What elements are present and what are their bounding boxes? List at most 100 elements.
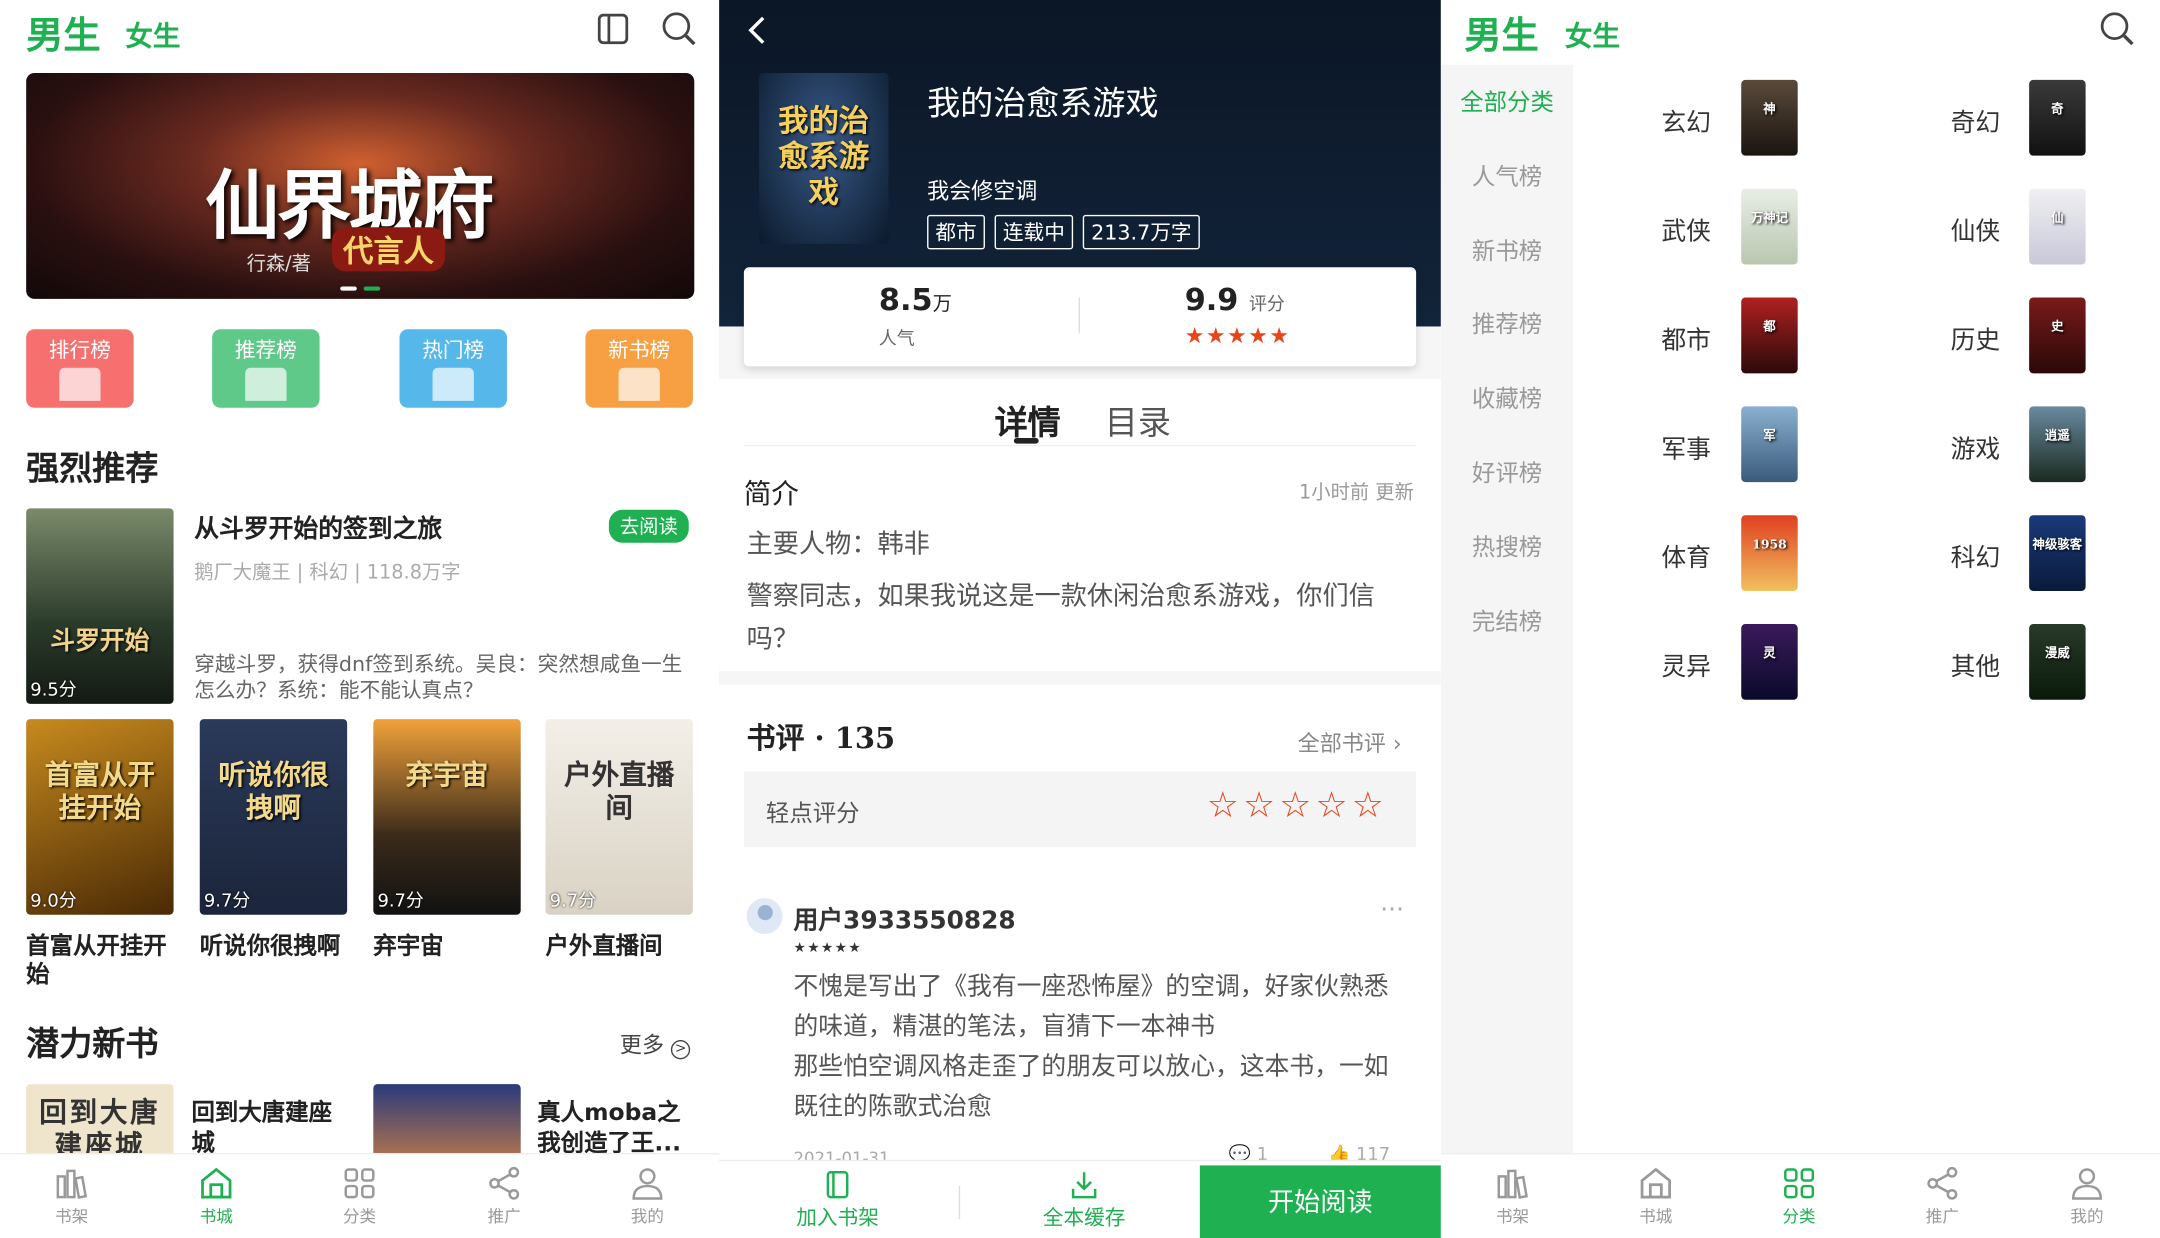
nav-mine[interactable]: 我的: [2046, 1165, 2129, 1227]
sidebar-item[interactable]: 推荐榜: [1441, 305, 1573, 340]
start-reading-button[interactable]: 开始阅读: [1199, 1165, 1441, 1238]
category-cover[interactable]: 神: [1741, 79, 1798, 156]
rate-box[interactable]: 轻点评分 ☆☆☆☆☆: [743, 771, 1417, 848]
category-cover[interactable]: 史: [2029, 297, 2086, 374]
new-book-title-1[interactable]: 回到大唐建座城: [191, 1098, 343, 1159]
book-author[interactable]: 我会修空调: [927, 172, 1037, 205]
tab-detail[interactable]: 详情: [995, 395, 1061, 443]
sidebar-item[interactable]: 好评榜: [1441, 453, 1573, 488]
nav-category[interactable]: 分类: [1758, 1165, 1841, 1227]
more-options-icon[interactable]: ···: [1380, 895, 1404, 924]
nav-bookstore[interactable]: 书城: [1614, 1165, 1697, 1227]
menu-icon[interactable]: [596, 12, 629, 45]
tab-male[interactable]: 男生: [26, 6, 100, 60]
category-cover[interactable]: 奇: [2029, 79, 2086, 156]
sidebar-item[interactable]: 人气榜: [1441, 157, 1573, 192]
category-label[interactable]: 科幻: [1951, 539, 2001, 575]
featured-title[interactable]: 从斗罗开始的签到之旅: [194, 510, 442, 546]
book-cover-2[interactable]: 听说你很拽啊 9.7分: [199, 719, 348, 915]
category-label[interactable]: 其他: [1951, 647, 2001, 683]
sidebar-item[interactable]: 收藏榜: [1441, 379, 1573, 414]
sidebar-item[interactable]: 全部分类: [1441, 83, 1573, 118]
category-cover[interactable]: 万神记: [1741, 188, 1798, 265]
back-icon[interactable]: [744, 14, 772, 47]
search-icon[interactable]: [2099, 11, 2135, 47]
book-title-4[interactable]: 户外直播间: [546, 933, 698, 962]
category-label[interactable]: 灵异: [1661, 647, 1711, 683]
category-label[interactable]: 玄幻: [1661, 103, 1711, 139]
nav-bookstore[interactable]: 书城: [175, 1165, 258, 1227]
quick-entry-1[interactable]: 排行榜: [26, 329, 134, 408]
category-label[interactable]: 历史: [1951, 321, 2001, 357]
category-cover-text: 1958: [1752, 537, 1787, 552]
nav-label: 我的: [630, 1206, 664, 1227]
search-icon[interactable]: [661, 11, 697, 47]
bookshelf-icon: [56, 1169, 88, 1199]
tab-female[interactable]: 女生: [1565, 14, 1620, 54]
rate-stars[interactable]: ☆☆☆☆☆: [1207, 785, 1388, 826]
featured-cover[interactable]: 斗罗开始 9.5分: [26, 508, 174, 704]
nav-label: 书城: [1639, 1206, 1673, 1227]
sidebar-item[interactable]: 热搜榜: [1441, 527, 1573, 562]
sidebar-item[interactable]: 完结榜: [1441, 601, 1573, 636]
category-label[interactable]: 游戏: [1951, 430, 2001, 466]
category-cover[interactable]: 仙: [2029, 188, 2086, 265]
book-cover-4[interactable]: 户外直播间 9.7分: [545, 719, 693, 915]
download-icon: [1071, 1172, 1097, 1199]
book-title-1[interactable]: 首富从开挂开始: [26, 933, 178, 991]
category-label[interactable]: 奇幻: [1951, 103, 2001, 139]
sidebar-item[interactable]: 新书榜: [1441, 231, 1573, 266]
book-title-2[interactable]: 听说你很拽啊: [200, 933, 352, 962]
banner-dot: [363, 286, 381, 291]
category-cover[interactable]: 灵: [1741, 624, 1798, 700]
grid-icon: [344, 1168, 375, 1199]
avatar[interactable]: [746, 898, 783, 934]
book-cover-1[interactable]: 首富从开挂开始 9.0分: [26, 719, 174, 915]
quick-entry-4[interactable]: 新书榜: [585, 329, 693, 408]
category-label[interactable]: 体育: [1661, 539, 1711, 575]
reviewer-name[interactable]: 用户3933550828: [793, 901, 1015, 937]
category-cover[interactable]: 神级骇客: [2029, 515, 2086, 591]
tab-catalog[interactable]: 目录: [1105, 395, 1171, 443]
quick-entry-2[interactable]: 推荐榜: [212, 329, 320, 408]
tap-rate-label: 轻点评分: [765, 800, 860, 828]
category-cover[interactable]: 军: [1741, 406, 1798, 483]
nav-share[interactable]: 推广: [1901, 1165, 1984, 1227]
quick-entry-3[interactable]: 热门榜: [399, 329, 507, 408]
category-cover[interactable]: 1958: [1741, 515, 1798, 591]
divider: [743, 444, 1417, 447]
tab-female[interactable]: 女生: [125, 14, 180, 54]
book-title-3[interactable]: 弃宇宙: [373, 933, 525, 962]
nav-mine[interactable]: 我的: [606, 1165, 689, 1227]
go-read-button[interactable]: 去阅读: [608, 509, 689, 543]
new-book-title-2[interactable]: 真人moba之我创造了王...: [537, 1098, 695, 1159]
rating-value: 9.9 评分: [1185, 284, 1285, 318]
nav-bookshelf[interactable]: 书架: [1471, 1165, 1554, 1227]
banner[interactable]: 仙界城府 代言人 行森/著: [26, 73, 695, 299]
category-cover[interactable]: 漫威: [2029, 624, 2086, 700]
main-character: 主要人物：韩非: [746, 528, 930, 560]
nav-share[interactable]: 推广: [463, 1165, 546, 1227]
stats-divider: [1078, 297, 1080, 334]
all-reviews-link[interactable]: 全部书评 ›: [1298, 725, 1402, 758]
add-shelf-button[interactable]: 加入书架: [796, 1170, 879, 1232]
category-cover[interactable]: 逍遥: [2029, 406, 2086, 483]
chevron-circle-icon: >: [671, 1040, 691, 1060]
nav-category[interactable]: 分类: [318, 1165, 401, 1227]
category-cover-text: 军: [1763, 429, 1776, 443]
nav-label: 书城: [199, 1206, 233, 1227]
category-label[interactable]: 军事: [1661, 430, 1711, 466]
share-icon: [1927, 1166, 1958, 1200]
book-cover-3[interactable]: 弃宇宙 9.7分: [373, 719, 521, 915]
more-link[interactable]: 更多 >: [619, 1026, 691, 1060]
quick-entry-label: 新书榜: [608, 337, 671, 363]
category-label[interactable]: 仙侠: [1951, 212, 2001, 248]
category-label[interactable]: 武侠: [1661, 212, 1711, 248]
nav-bookshelf[interactable]: 书架: [30, 1165, 113, 1227]
cache-all-button[interactable]: 全本缓存: [1036, 1170, 1132, 1232]
more-label: 更多: [619, 1031, 665, 1058]
tab-male[interactable]: 男生: [1464, 6, 1538, 60]
category-cover[interactable]: 都: [1741, 297, 1798, 374]
category-label[interactable]: 都市: [1661, 321, 1711, 357]
category-cover-text: 仙: [2051, 211, 2064, 226]
